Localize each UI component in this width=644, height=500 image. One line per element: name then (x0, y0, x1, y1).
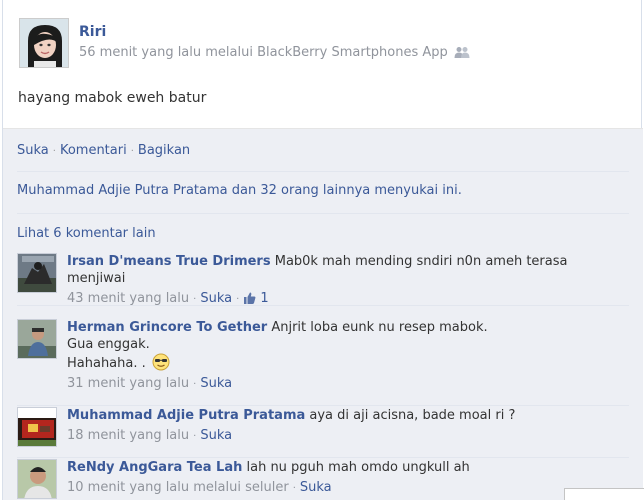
separator-dot: · (193, 431, 197, 442)
comment-text: lah nu pguh mah omdo ungkull ah (242, 460, 470, 475)
divider (17, 213, 629, 214)
post-timestamp[interactable]: 56 menit yang lalu melalui BlackBerry Sm… (79, 45, 448, 60)
comment-meta: 18 menit yang lalu · Suka (67, 427, 587, 445)
commenter-avatar[interactable] (17, 319, 57, 359)
separator-dot: · (236, 294, 240, 305)
divider (17, 171, 629, 172)
comment-meta: 31 menit yang lalu · Suka (67, 375, 587, 393)
comment-meta: 43 menit yang lalu · Suka · 1 (67, 290, 587, 309)
separator-dot: · (193, 294, 197, 305)
comment-like-button[interactable]: Suka (200, 376, 232, 391)
view-more-comments-link[interactable]: Lihat 6 komentar lain (17, 226, 156, 241)
post-header: Riri 56 menit yang lalu melalui BlackBer… (19, 18, 619, 68)
commenter-avatar[interactable] (17, 407, 57, 447)
likes-suffix: menyukai ini. (370, 183, 462, 198)
commenter-avatar[interactable] (17, 253, 57, 293)
likers-more-link[interactable]: 32 orang lainnya (260, 183, 370, 198)
commenter-name-link[interactable]: ReNdy AngGara Tea Lah (67, 460, 242, 475)
like-button[interactable]: Suka (17, 143, 49, 158)
comment-text-fragment: Hahahaha. . (67, 356, 150, 371)
divider (17, 457, 629, 458)
divider (17, 305, 629, 306)
separator-dot: · (52, 146, 56, 157)
comment-body: Herman Grincore To Gether Anjrit loba eu… (67, 319, 587, 393)
likes-summary: Muhammad Adjie Putra Pratama dan 32 oran… (17, 183, 462, 198)
comment-text: Anjrit loba eunk nu resep mabok. (267, 320, 488, 335)
comment-body: Muhammad Adjie Putra Pratama aya di aji … (67, 407, 587, 445)
comment-like-button[interactable]: Suka (200, 428, 232, 443)
comment-timestamp[interactable]: 43 menit yang lalu (67, 291, 189, 306)
share-button[interactable]: Bagikan (138, 143, 190, 158)
divider (17, 405, 629, 406)
commenter-name-link[interactable]: Herman Grincore To Gether (67, 320, 267, 335)
comment-button[interactable]: Komentari (60, 143, 127, 158)
comment-meta: 10 menit yang lalu melalui seluler · Suka (67, 479, 587, 497)
commenter-name-link[interactable]: Irsan D'means True Drimers (67, 254, 271, 269)
post-author-link[interactable]: Riri (79, 24, 106, 40)
status-message: hayang mabok eweh batur (18, 90, 207, 106)
liker-link[interactable]: Muhammad Adjie Putra Pratama (17, 183, 228, 198)
commenter-name-link[interactable]: Muhammad Adjie Putra Pratama (67, 408, 305, 423)
chat-bar-edge[interactable] (564, 488, 644, 500)
post-meta: 56 menit yang lalu melalui BlackBerry Sm… (79, 45, 470, 62)
thumbs-up-icon[interactable] (243, 292, 256, 309)
comment-body: ReNdy AngGara Tea Lah lah nu pguh mah om… (67, 459, 587, 497)
likes-conjunction: dan (227, 183, 261, 198)
story-post: Riri 56 menit yang lalu melalui BlackBer… (2, 0, 643, 500)
comment-timestamp[interactable]: 31 menit yang lalu (67, 376, 189, 391)
comment-text-line: Hahahaha. . (67, 353, 587, 372)
sunglasses-emoticon-icon (152, 353, 170, 371)
separator-dot: · (130, 146, 134, 157)
feedback-area: Suka · Komentari · Bagikan Muhammad Adjie Pu… (3, 128, 643, 500)
comment-like-count[interactable]: 1 (260, 291, 268, 306)
comment-text: aya di aji acisna, bade moal ri ? (305, 408, 516, 423)
separator-dot: · (292, 483, 296, 494)
comment-like-button[interactable]: Suka (300, 480, 332, 495)
comment-body: Irsan D'means True Drimers Mab0k mah men… (67, 253, 587, 309)
people-icon[interactable] (454, 46, 470, 62)
comment-text-line: Gua enggak. (67, 337, 150, 352)
separator-dot: · (193, 379, 197, 390)
comment-timestamp[interactable]: 10 menit yang lalu melalui seluler (67, 480, 289, 495)
post-actions: Suka · Komentari · Bagikan (17, 143, 190, 158)
comment-timestamp[interactable]: 18 menit yang lalu (67, 428, 189, 443)
comment-like-button[interactable]: Suka (200, 291, 232, 306)
author-avatar[interactable] (19, 18, 69, 68)
commenter-avatar[interactable] (17, 459, 57, 499)
